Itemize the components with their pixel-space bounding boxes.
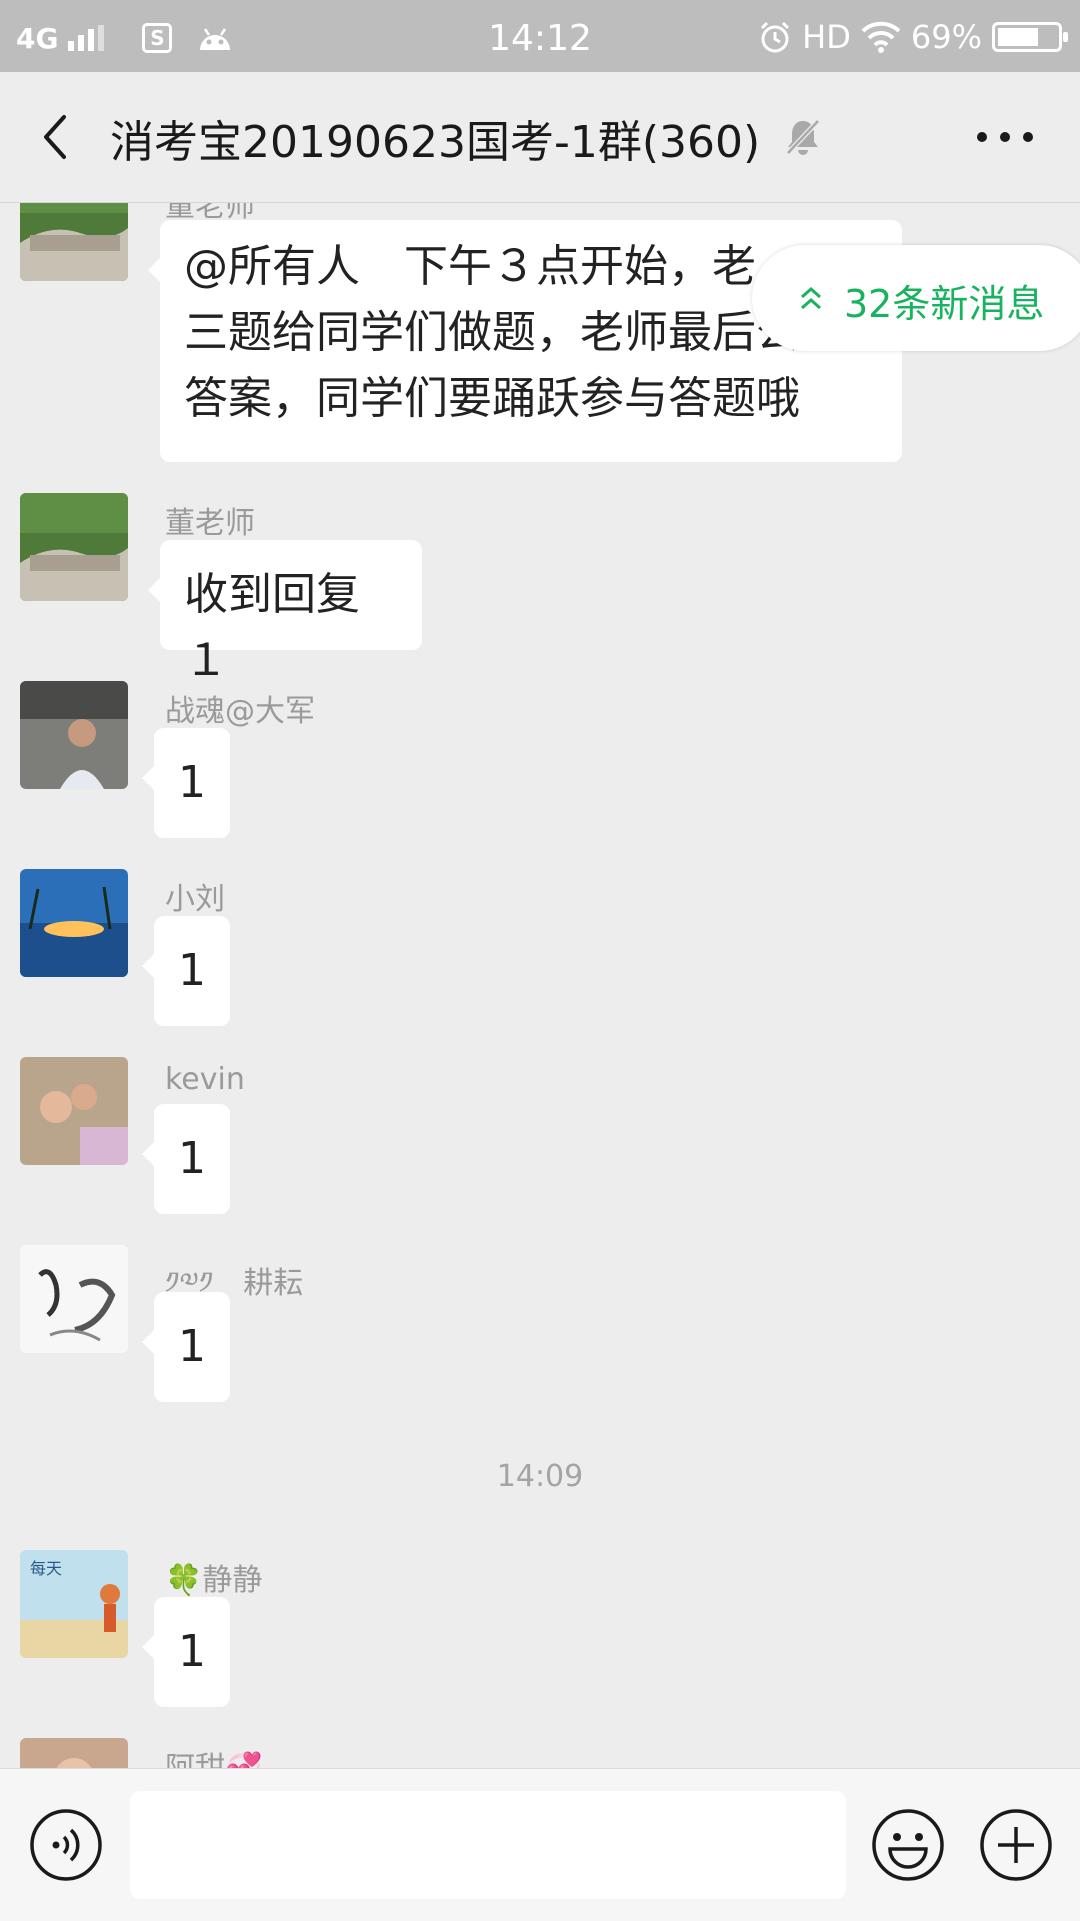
message-bubble[interactable]: 1 [142, 916, 230, 1026]
message-text: 1 [178, 945, 206, 996]
message-text: 1 [178, 1321, 206, 1372]
voice-icon[interactable] [28, 1807, 104, 1883]
message-text: 1 [178, 757, 206, 808]
wifi-icon [861, 21, 901, 53]
message-bubble[interactable]: 1 [142, 1104, 230, 1214]
avatar[interactable] [20, 869, 128, 977]
avatar[interactable]: 每天 [20, 1550, 128, 1658]
battery-level [998, 28, 1038, 46]
avatar[interactable] [20, 493, 128, 601]
sender-name: 🍀静静 [165, 1563, 263, 1598]
message-bubble[interactable]: 1 [142, 728, 230, 838]
timestamp: 14:09 [496, 1459, 584, 1494]
svg-text:每天: 每天 [30, 1559, 62, 1578]
avatar[interactable] [20, 1738, 128, 1768]
message-text: 收到回复１ [184, 569, 360, 686]
status-bar: 4G S 14:12 HD 69% [0, 0, 1080, 72]
sender-name: kevin [165, 1062, 245, 1097]
message-bubble[interactable]: 1 [142, 1292, 230, 1402]
new-messages-label: 32条新消息 [844, 282, 1045, 326]
input-bar [0, 1768, 1080, 1921]
message-text: 1 [178, 1133, 206, 1184]
battery-icon [992, 22, 1068, 52]
message-bubble[interactable]: 1 [142, 1597, 230, 1707]
sender-name: 阿甜💞 [165, 1743, 262, 1768]
plus-icon[interactable] [978, 1807, 1054, 1883]
battery-percent: 69% [910, 18, 982, 56]
sender-name: 小刘 [165, 882, 225, 917]
message-bubble[interactable]: 收到回复１ [148, 540, 422, 686]
avatar[interactable] [20, 1245, 128, 1353]
message-input[interactable] [130, 1791, 846, 1899]
alarm-icon [761, 21, 790, 53]
chat-title[interactable]: 消考宝20190623国考-1群(360) [110, 106, 760, 170]
message-text: 1 [178, 1626, 206, 1677]
back-arrow-icon[interactable] [30, 107, 90, 167]
chat-header: 消考宝20190623国考-1群(360) [0, 72, 1080, 203]
hd-indicator: HD [802, 18, 851, 56]
avatar[interactable] [20, 681, 128, 789]
avatar[interactable] [20, 1057, 128, 1165]
emoji-icon[interactable] [870, 1807, 946, 1883]
double-chevron-up-icon [801, 286, 821, 310]
sender-name: 战魂@大军 [165, 694, 315, 729]
message-text-line: 答案，同学们要踊跃参与答题哦 [184, 373, 800, 424]
more-icon[interactable] [970, 117, 1040, 157]
message-list[interactable]: 董老师 @所有人 下午３点开始，老 三题给同学们做题，老师最后公布 答案，同学们… [0, 203, 1080, 1768]
new-messages-button[interactable]: 32条新消息 [752, 245, 1080, 351]
sender-name: 董老师 [165, 506, 255, 541]
avatar[interactable] [20, 203, 128, 281]
mute-bell-icon [786, 119, 820, 155]
